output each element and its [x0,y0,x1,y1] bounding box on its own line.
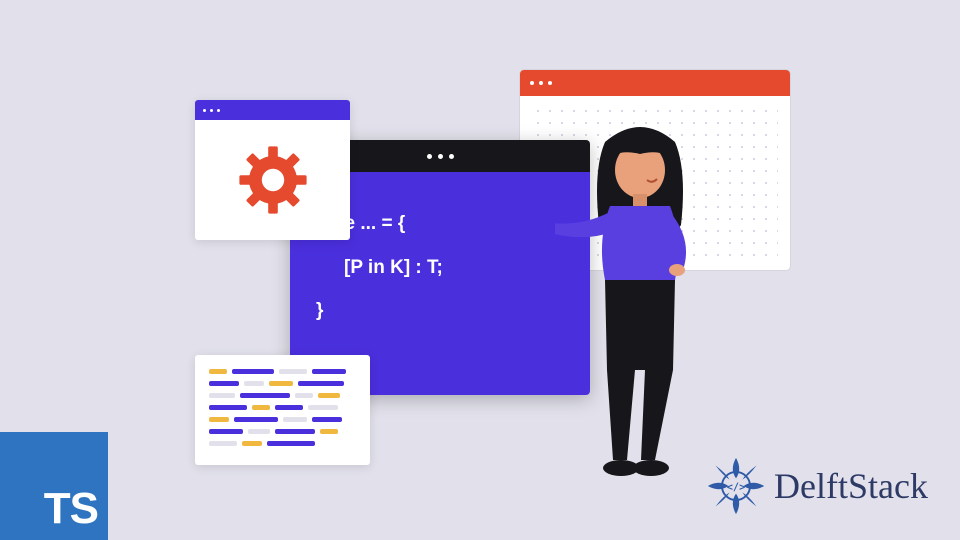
code-segment [295,393,313,398]
gear-window-titlebar [195,100,350,120]
brand-name: DelftStack [774,465,928,507]
typescript-badge-label: TS [44,484,98,534]
code-line-row [209,381,356,386]
brand-mandala-icon: </> [704,454,768,518]
code-line-row [209,429,356,434]
background-window-titlebar [520,70,790,96]
window-control-dot [449,154,454,159]
code-segment [242,441,262,446]
window-control-dot [438,154,443,159]
code-segment [312,417,342,422]
code-line-row [209,393,356,398]
window-control-dot [539,81,543,85]
code-segment [298,381,344,386]
code-segment [232,369,274,374]
svg-text:</>: </> [727,481,746,493]
code-segment [234,417,278,422]
gear-window [195,100,350,240]
code-segment [209,429,243,434]
code-line-row [209,417,356,422]
gear-icon [233,140,313,220]
code-line-row [209,405,356,410]
code-segment [244,381,264,386]
code-segment [209,381,239,386]
code-snippet-window [195,355,370,465]
gear-icon-wrap [195,120,350,240]
code-line-row [209,369,356,374]
code-line-3: } [316,289,564,333]
brand-logo: </> DelftStack [704,454,928,518]
code-segment [320,429,338,434]
window-control-dot [548,81,552,85]
code-segment [279,369,307,374]
window-control-dot [217,109,220,112]
code-line-row [209,441,356,446]
code-segment [209,405,247,410]
window-control-dot [530,81,534,85]
code-segment [275,405,303,410]
code-line-1: type ... = { [316,202,564,246]
code-segment [275,429,315,434]
code-segment [209,441,237,446]
code-segment [283,417,307,422]
code-segment [209,393,235,398]
code-segment [209,417,229,422]
typescript-badge: TS [0,432,108,540]
code-segment [308,405,338,410]
window-control-dot [210,109,213,112]
code-segment [312,369,346,374]
window-control-dot [427,154,432,159]
person-illustration [555,120,725,490]
code-segment [248,429,270,434]
code-segment [267,441,315,446]
code-segment [318,393,340,398]
illustration-stage: type ... = { [P in K] : T; } [0,0,960,540]
code-segment [269,381,293,386]
code-segment [240,393,290,398]
code-segment [252,405,270,410]
code-line-2: [P in K] : T; [316,246,564,290]
window-control-dot [203,109,206,112]
code-segment [209,369,227,374]
